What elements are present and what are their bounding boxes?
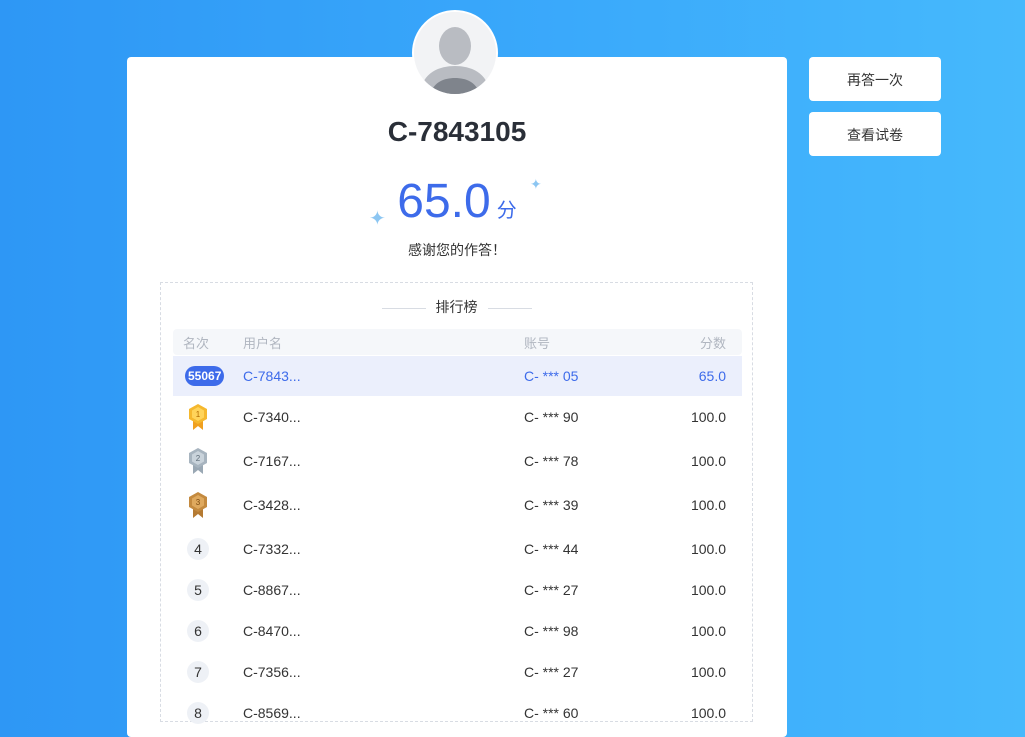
row-user: C-7332... — [243, 541, 301, 557]
divider — [487, 307, 532, 309]
medal-number: 1 — [196, 410, 201, 419]
table-row-current-user: 55067 C-7843... C- *** 05 65.0 — [173, 356, 742, 396]
rank-badge: 55067 — [185, 366, 225, 386]
row-user: C-8470... — [243, 623, 301, 639]
bronze-medal-icon: 3 — [189, 492, 207, 518]
rank-number: 7 — [187, 661, 209, 683]
row-user: C-8867... — [243, 582, 301, 598]
row-score: 65.0 — [698, 368, 726, 384]
medal-number: 2 — [196, 454, 201, 463]
user-name: C-7843105 — [387, 116, 527, 147]
row-score: 100.0 — [690, 453, 726, 469]
row-user: C-7167... — [243, 453, 301, 469]
rank-number: 6 — [187, 620, 209, 642]
gold-medal-icon: 1 — [189, 404, 207, 430]
table-row: 1 C-7340... C- *** 90 100.0 — [173, 397, 742, 437]
divider — [381, 307, 426, 309]
row-user: C-8569... — [243, 705, 301, 721]
score-unit: 分 — [496, 200, 517, 222]
rank-number: 4 — [187, 538, 209, 560]
silver-medal-icon: 2 — [189, 448, 207, 474]
row-score: 100.0 — [690, 664, 726, 680]
row-score: 100.0 — [690, 409, 726, 425]
row-account: C- *** 98 — [524, 623, 579, 639]
row-score: 100.0 — [690, 582, 726, 598]
table-row: 2 C-7167... C- *** 78 100.0 — [173, 441, 742, 481]
row-user: C-7356... — [243, 664, 301, 680]
row-score: 100.0 — [690, 497, 726, 513]
leaderboard-title-text: 排行榜 — [435, 299, 478, 315]
column-score: 分数 — [699, 335, 726, 351]
leaderboard-title: 排行榜 — [161, 297, 752, 317]
row-account: C- *** 27 — [524, 582, 579, 598]
row-user: C-7340... — [243, 409, 301, 425]
thanks-message: 感谢您的作答！ — [408, 242, 506, 258]
row-account: C- *** 44 — [524, 541, 579, 557]
rank-number: 5 — [187, 579, 209, 601]
table-row: 7 C-7356... C- *** 27 100.0 — [173, 652, 742, 692]
user-avatar-icon — [414, 12, 496, 94]
row-score: 100.0 — [690, 541, 726, 557]
rank-number: 8 — [187, 702, 209, 724]
table-row: 5 C-8867... C- *** 27 100.0 — [173, 570, 742, 610]
row-user: C-7843... — [243, 368, 301, 384]
avatar — [412, 10, 498, 96]
score-display: 65.0 分 — [127, 172, 787, 232]
row-account: C- *** 39 — [524, 497, 579, 513]
row-user: C-3428... — [243, 497, 301, 513]
table-row: 4 C-7332... C- *** 44 100.0 — [173, 529, 742, 569]
table-header: 名次 用户名 账号 分数 — [173, 329, 742, 355]
table-row: 6 C-8470... C- *** 98 100.0 — [173, 611, 742, 651]
row-account: C- *** 05 — [524, 368, 579, 384]
row-account: C- *** 27 — [524, 664, 579, 680]
retry-button[interactable]: 再答一次 — [809, 57, 941, 101]
score-value: 65.0 — [397, 175, 491, 228]
row-score: 100.0 — [690, 623, 726, 639]
view-paper-button[interactable]: 查看试卷 — [809, 112, 941, 156]
column-account: 账号 — [524, 335, 551, 351]
column-user: 用户名 — [243, 335, 283, 351]
row-account: C- *** 60 — [524, 705, 579, 721]
medal-number: 3 — [196, 498, 201, 507]
row-score: 100.0 — [690, 705, 726, 721]
row-account: C- *** 78 — [524, 453, 579, 469]
leaderboard: 排行榜 名次 用户名 账号 分数 55067 C-7843... C- *** … — [160, 282, 753, 724]
column-rank: 名次 — [183, 335, 210, 351]
row-account: C- *** 90 — [524, 409, 579, 425]
table-row: 3 C-3428... C- *** 39 100.0 — [173, 485, 742, 525]
table-row: 8 C-8569... C- *** 60 100.0 — [173, 693, 742, 733]
